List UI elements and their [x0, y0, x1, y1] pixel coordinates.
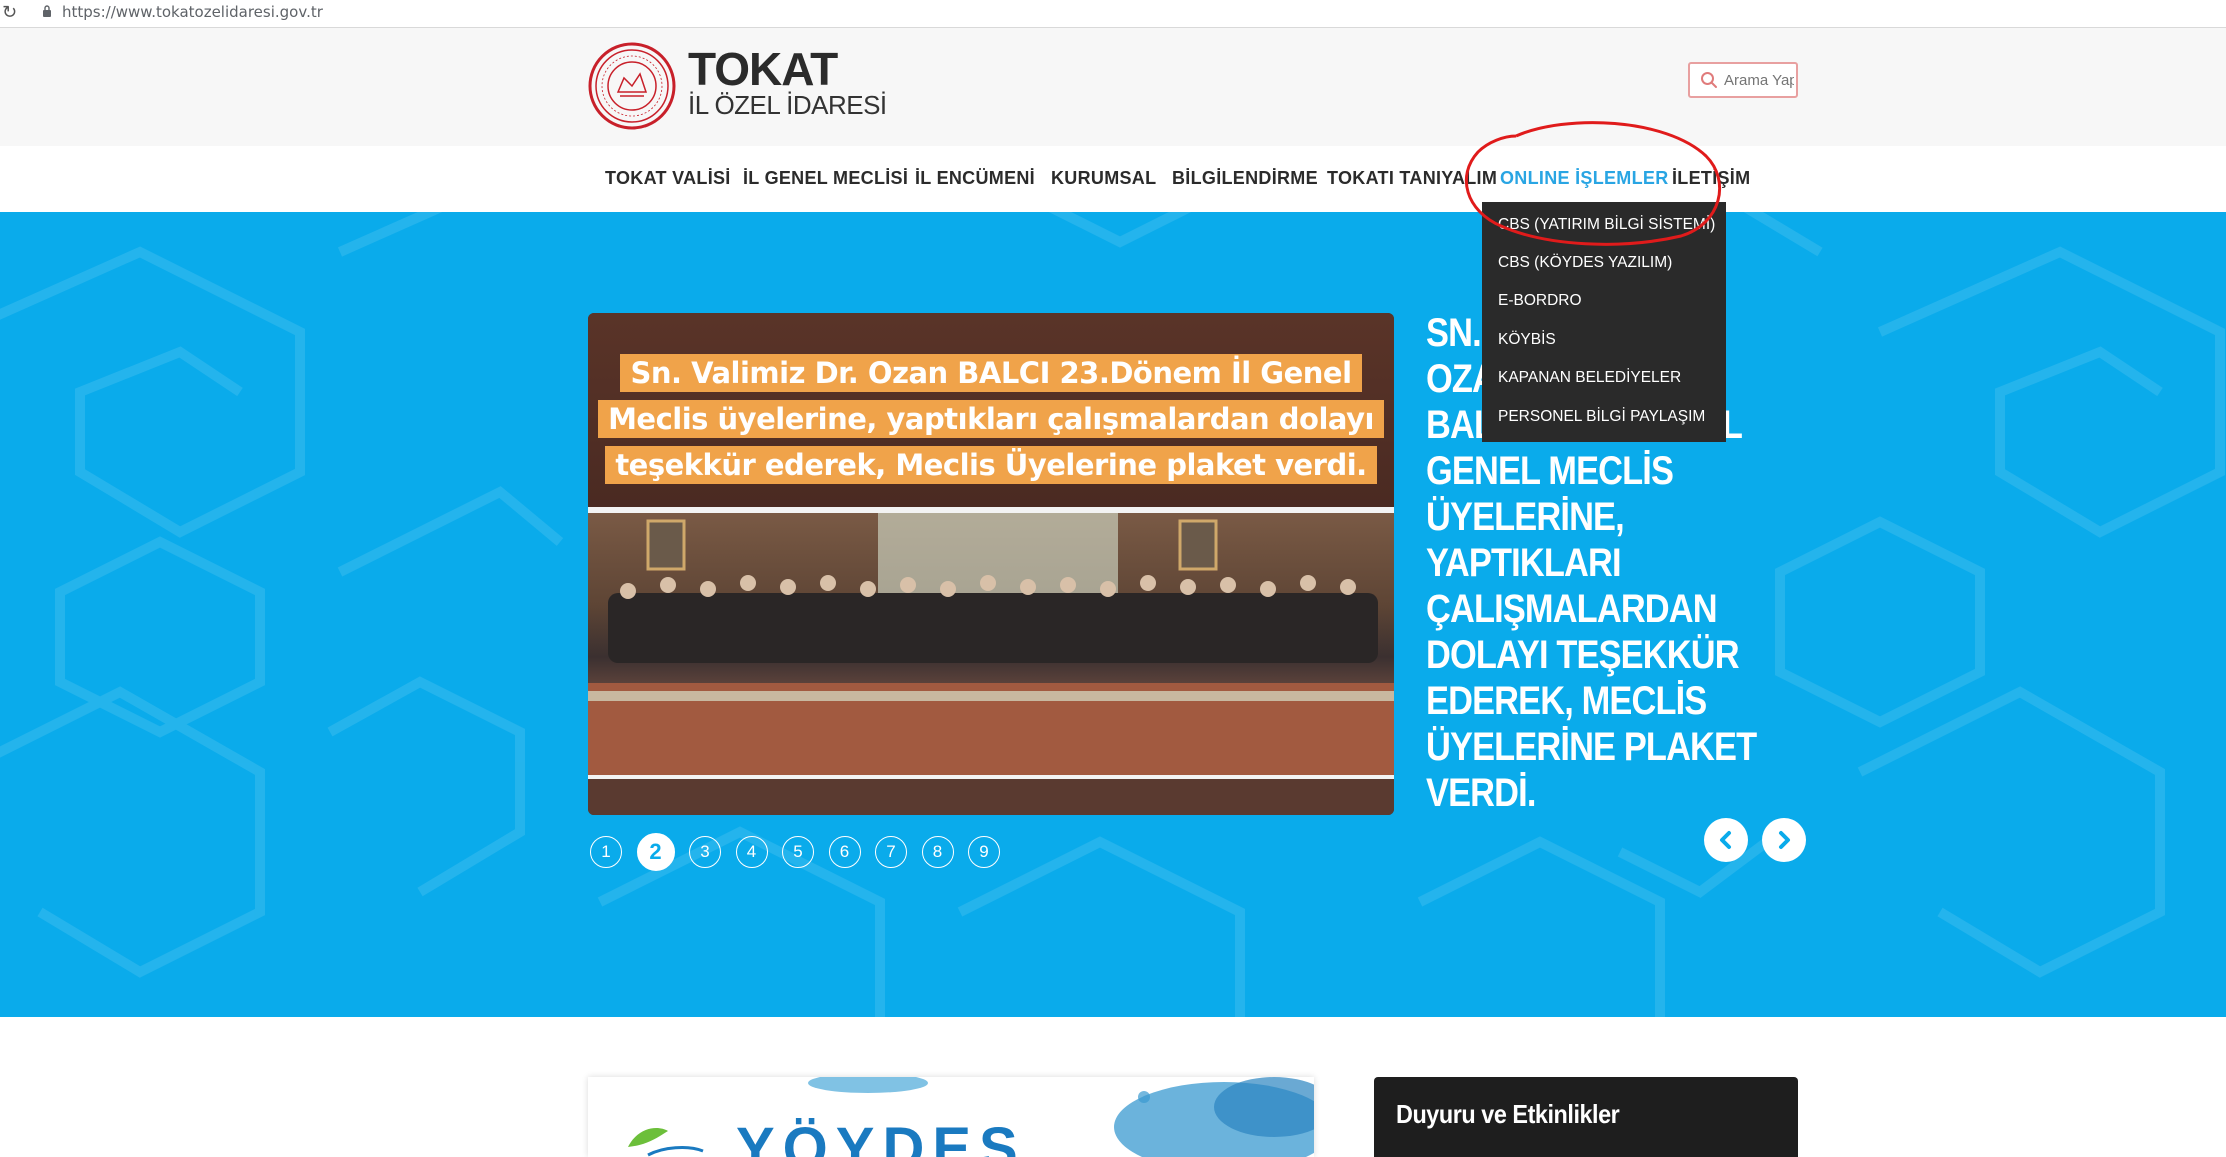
- nav-item-tokat-valisi[interactable]: TOKAT VALİSİ: [605, 168, 731, 189]
- dropdown-item-kapanan-belediyeler[interactable]: KAPANAN BELEDİYELER: [1498, 369, 1681, 387]
- nav-item-kurumsal[interactable]: KURUMSAL: [1051, 168, 1156, 189]
- slider-page-5[interactable]: 5: [782, 836, 814, 868]
- announcements-panel: Duyuru ve Etkinlikler: [1374, 1077, 1798, 1157]
- search-box[interactable]: [1688, 62, 1798, 98]
- nav-item-iletisim[interactable]: İLETİŞİM: [1672, 168, 1750, 189]
- koydes-logo-icon: [628, 1128, 704, 1157]
- slider-page-7[interactable]: 7: [875, 836, 907, 868]
- chevron-left-icon: [1720, 831, 1731, 849]
- main-navigation: TOKAT VALİSİ İL GENEL MECLİSİ İL ENCÜMEN…: [0, 146, 2226, 212]
- reload-icon[interactable]: ↻: [2, 2, 17, 23]
- slider-page-4[interactable]: 4: [735, 836, 768, 868]
- koydes-banner[interactable]: YÖYDES: [588, 1077, 1314, 1157]
- slider-page-3[interactable]: 3: [689, 836, 721, 868]
- slide-image[interactable]: Sn. Valimiz Dr. Ozan BALCI 23.Dönem İl G…: [588, 313, 1394, 815]
- group-photo: [588, 513, 1394, 775]
- slide-text-line: Sn. Valimiz Dr. Ozan BALCI 23.Dönem İl G…: [588, 353, 1394, 393]
- paint-splash: [808, 1077, 928, 1093]
- site-header: TOKAT İL ÖZEL İDARESİ: [0, 28, 2226, 146]
- online-islemler-dropdown: CBS (YATIRIM BİLGİ SİSTEMİ) CBS (KÖYDES …: [1482, 202, 1726, 442]
- dropdown-item-e-bordro[interactable]: E-BORDRO: [1498, 292, 1582, 310]
- slide-footer: [588, 779, 1394, 815]
- nav-item-il-encumeni[interactable]: İL ENCÜMENİ: [915, 168, 1035, 189]
- nav-item-tokati-taniyalim[interactable]: TOKATI TANIYALIM: [1327, 168, 1497, 189]
- nav-item-il-genel-meclisi[interactable]: İL GENEL MECLİSİ: [743, 168, 908, 189]
- chevron-right-icon: [1779, 831, 1790, 849]
- nav-item-bilgilendirme[interactable]: BİLGİLENDİRME: [1172, 168, 1318, 189]
- slider-pagination: 1 2 3 4 5 6 7 8 9: [590, 833, 1015, 871]
- url-text[interactable]: https://www.tokatozelidaresi.gov.tr: [62, 3, 323, 21]
- search-icon[interactable]: [1700, 71, 1718, 89]
- slider-next-button[interactable]: [1762, 818, 1806, 862]
- slider-page-8[interactable]: 8: [921, 836, 954, 868]
- slider-page-9[interactable]: 9: [968, 836, 1000, 868]
- site-subtitle[interactable]: İL ÖZEL İDARESİ: [688, 90, 887, 121]
- dropdown-item-personel-bilgi[interactable]: PERSONEL BİLGİ PAYLAŞIM: [1498, 408, 1705, 426]
- dropdown-item-cbs-koydes[interactable]: CBS (KÖYDES YAZILIM): [1498, 254, 1672, 272]
- seal-logo-icon[interactable]: [588, 42, 676, 130]
- slide-text-line: Meclis üyelerine, yaptıkları çalışmalard…: [588, 399, 1394, 439]
- dropdown-item-koybis[interactable]: KÖYBİS: [1498, 331, 1556, 349]
- paint-splash: [1114, 1077, 1314, 1157]
- slider-prev-button[interactable]: [1704, 818, 1748, 862]
- dropdown-item-cbs-yatirim[interactable]: CBS (YATIRIM BİLGİ SİSTEMİ): [1498, 216, 1715, 234]
- site-title[interactable]: TOKAT: [688, 42, 838, 96]
- search-input[interactable]: [1724, 71, 1794, 89]
- slider-page-2[interactable]: 2: [636, 833, 675, 871]
- lower-section: YÖYDES Duyuru ve Etkinlikler: [0, 1017, 2226, 1157]
- nav-item-online-islemler[interactable]: ONLINE İŞLEMLER: [1500, 168, 1669, 189]
- slider-page-1[interactable]: 1: [590, 836, 622, 868]
- hero-slider: Sn. Valimiz Dr. Ozan BALCI 23.Dönem İl G…: [0, 212, 2226, 1017]
- banner-text: YÖYDES: [736, 1116, 1026, 1157]
- browser-address-bar[interactable]: ↻ https://www.tokatozelidaresi.gov.tr: [0, 0, 2226, 28]
- slider-page-6[interactable]: 6: [828, 836, 861, 868]
- lock-icon: [43, 5, 51, 17]
- slide-text-line: teşekkür ederek, Meclis Üyelerine plaket…: [588, 445, 1394, 485]
- announcements-title[interactable]: Duyuru ve Etkinlikler: [1396, 1099, 1620, 1130]
